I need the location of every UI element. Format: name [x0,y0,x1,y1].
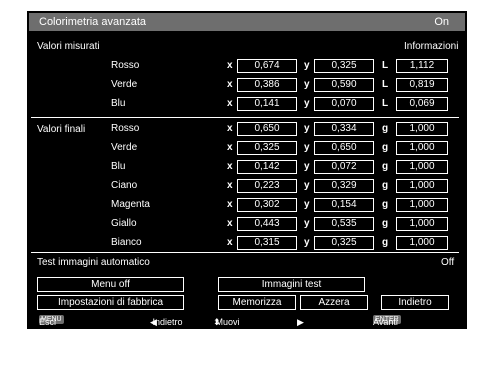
third-marker: g [382,142,389,153]
x-marker: x [227,161,233,172]
y-marker: y [304,98,310,109]
y-marker: y [304,79,310,90]
third-value-field[interactable]: 1,000 [396,160,448,174]
x-marker: x [227,218,233,229]
x-value-field[interactable]: 0,386 [237,78,297,92]
final-values-label: Valori finali [37,124,86,135]
third-marker: g [382,237,389,248]
third-value-field[interactable]: 1,000 [396,179,448,193]
row-label: Verde [111,142,138,153]
x-value-field[interactable]: 0,223 [237,179,297,193]
x-marker: x [227,237,233,248]
measured-values-label: Valori misurati [37,41,100,52]
status-right-label: ----- [299,317,303,383]
menu-title: Colorimetria avanzata [39,16,146,28]
status-right: ▶ ----- [297,315,304,383]
third-marker: L [382,79,389,90]
third-value-field[interactable]: 1,112 [396,59,448,73]
third-marker: g [382,199,389,210]
third-value-field[interactable]: 1,000 [396,217,448,231]
x-value-field[interactable]: 0,674 [237,59,297,73]
status-enter-label: Avanti [373,317,398,327]
y-marker: y [304,161,310,172]
y-value-field[interactable]: 0,650 [314,141,374,155]
info-label[interactable]: Informazioni [404,41,458,53]
third-value-field[interactable]: 1,000 [396,236,448,250]
row-label: Verde [111,79,138,90]
section-divider [31,117,459,118]
row-label: Magenta [111,199,150,210]
y-marker: y [304,180,310,191]
row-label: Bianco [111,237,142,248]
status-left: ◀ Indietro [150,315,183,329]
row-label: Blu [111,98,126,109]
y-marker: y [304,199,310,210]
save-button[interactable]: Memorizza [218,295,296,310]
x-marker: x [227,60,233,71]
row-label: Rosso [111,60,140,71]
x-value-field[interactable]: 0,325 [237,141,297,155]
x-marker: x [227,199,233,210]
row-label: Ciano [111,180,138,191]
menu-title-value: On [434,16,449,28]
status-updown-label: Muovi [215,317,240,327]
y-value-field[interactable]: 0,329 [314,179,374,193]
row-label: Giallo [111,218,137,229]
x-marker: x [227,98,233,109]
x-value-field[interactable]: 0,315 [237,236,297,250]
third-value-field[interactable]: 1,000 [396,198,448,212]
y-marker: y [304,237,310,248]
x-marker: x [227,142,233,153]
y-value-field[interactable]: 0,072 [314,160,374,174]
auto-test-label: Test immagini automatico [37,257,150,268]
y-marker: y [304,142,310,153]
third-marker: L [382,98,389,109]
y-marker: y [304,218,310,229]
y-value-field[interactable]: 0,334 [314,122,374,136]
x-value-field[interactable]: 0,141 [237,97,297,111]
auto-test-value[interactable]: Off [441,257,454,269]
back-button[interactable]: Indietro [381,295,449,310]
x-value-field[interactable]: 0,142 [237,160,297,174]
third-marker: g [382,161,389,172]
status-menu-label: Esci [39,317,57,327]
title-bar[interactable]: Colorimetria avanzata On [29,13,465,31]
third-value-field[interactable]: 1,000 [396,141,448,155]
status-bar: MENU Esci ◀ Indietro ⬍ Muovi ▶ ----- ENTE… [27,315,467,383]
third-value-field[interactable]: 0,819 [396,78,448,92]
x-marker: x [227,123,233,134]
y-value-field[interactable]: 0,154 [314,198,374,212]
third-marker: g [382,218,389,229]
test-images-button[interactable]: Immagini test [218,277,365,292]
x-marker: x [227,180,233,191]
y-value-field[interactable]: 0,590 [314,78,374,92]
third-value-field[interactable]: 1,000 [396,122,448,136]
y-value-field[interactable]: 0,070 [314,97,374,111]
reset-button[interactable]: Azzera [300,295,368,310]
third-value-field[interactable]: 0,069 [396,97,448,111]
menu-off-button[interactable]: Menu off [37,277,184,292]
x-marker: x [227,79,233,90]
factory-settings-button[interactable]: Impostazioni di fabbrica [37,295,184,310]
y-value-field[interactable]: 0,325 [314,59,374,73]
y-marker: y [304,60,310,71]
row-label: Blu [111,161,126,172]
third-marker: L [382,60,389,71]
y-marker: y [304,123,310,134]
x-value-field[interactable]: 0,650 [237,122,297,136]
y-value-field[interactable]: 0,325 [314,236,374,250]
x-value-field[interactable]: 0,443 [237,217,297,231]
status-updown: ⬍ Muovi [213,315,240,329]
status-left-label: Indietro [152,317,183,327]
third-marker: g [382,180,389,191]
x-value-field[interactable]: 0,302 [237,198,297,212]
y-value-field[interactable]: 0,535 [314,217,374,231]
osd-screen: Colorimetria avanzata On Valori misurati… [0,0,492,383]
section-divider-2 [31,252,459,253]
row-label: Rosso [111,123,140,134]
third-marker: g [382,123,389,134]
